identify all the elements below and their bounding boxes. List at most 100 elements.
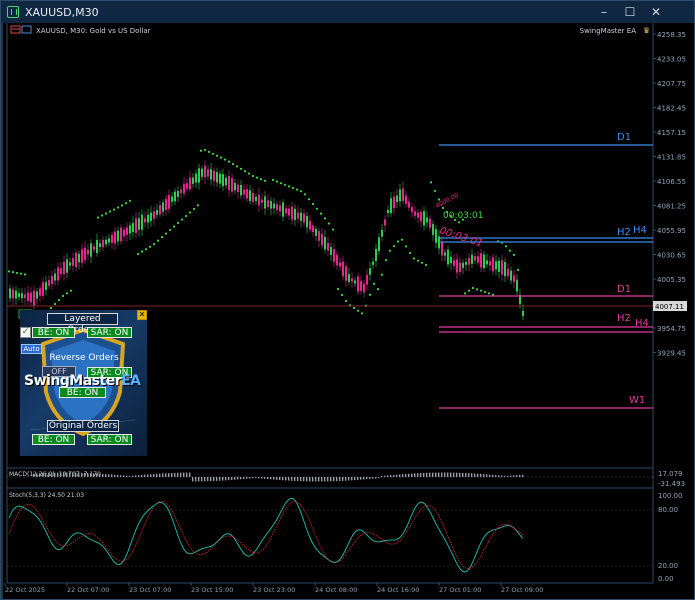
candle-body xyxy=(273,203,275,209)
macd-bar xyxy=(468,473,470,477)
close-button[interactable]: ✕ xyxy=(643,1,669,23)
sar-dot xyxy=(239,167,243,170)
candle-body xyxy=(486,260,488,265)
candle-body xyxy=(240,185,242,196)
macd-bar xyxy=(285,477,287,481)
original-sar-button[interactable]: SAR: ON xyxy=(87,434,132,445)
auto-button[interactable]: Auto xyxy=(21,344,42,354)
sar-dot xyxy=(152,243,156,246)
sar-dot xyxy=(516,268,520,271)
macd-bar xyxy=(171,472,173,477)
maximize-button[interactable]: ☐ xyxy=(617,1,643,23)
sar-dot xyxy=(311,202,315,206)
price-axis-label: 4258.35 xyxy=(657,31,686,39)
panel-close-button[interactable]: ✕ xyxy=(137,310,147,320)
layered-be-button[interactable]: BE: ON xyxy=(32,327,75,338)
candle-body xyxy=(276,204,278,211)
candle-body xyxy=(468,257,470,265)
price-axis-label: 4233.05 xyxy=(657,56,686,64)
macd-bar xyxy=(138,475,140,477)
candle-body xyxy=(210,169,212,180)
macd-bar xyxy=(60,472,62,477)
sar-dot xyxy=(340,293,344,297)
macd-bar xyxy=(312,477,314,482)
sar-dot xyxy=(416,259,420,262)
sar-dot xyxy=(384,259,388,262)
macd-bar xyxy=(417,473,419,477)
candle-body xyxy=(96,240,98,253)
candle-body xyxy=(144,218,146,223)
candle-body xyxy=(423,211,425,226)
candle-body xyxy=(18,293,20,298)
sar-dot xyxy=(172,225,176,228)
macd-bar xyxy=(522,474,524,477)
candle-body xyxy=(447,249,449,265)
sar-dot xyxy=(404,245,408,248)
sar-dot xyxy=(112,208,116,211)
chart-area[interactable]: XAUUSD, M30: Gold vs US Dollar SwingMast… xyxy=(3,23,694,599)
macd-bar xyxy=(441,472,443,477)
sar-dot xyxy=(116,206,120,209)
sar-dot xyxy=(319,212,323,215)
macd-bar xyxy=(228,477,230,481)
candle-body xyxy=(357,276,359,292)
candle-body xyxy=(510,270,512,281)
candle-body xyxy=(291,206,293,220)
sar-dot xyxy=(120,204,124,207)
macd-bar xyxy=(222,477,224,481)
original-be-button[interactable]: BE: ON xyxy=(32,434,75,445)
candle-body xyxy=(522,310,524,316)
candle-body xyxy=(159,205,161,215)
sar-dot xyxy=(271,178,275,182)
macd-bar xyxy=(144,474,146,477)
macd-bar xyxy=(351,477,353,481)
candle-body xyxy=(141,214,143,230)
macd-bar xyxy=(36,473,38,477)
checkbox-icon[interactable]: ✓ xyxy=(20,327,31,338)
macd-bar xyxy=(411,473,413,477)
price-axis-label: 3929.45 xyxy=(657,350,686,358)
chart-type-icon[interactable] xyxy=(10,25,32,34)
sar-dot xyxy=(223,158,227,161)
macd-bar xyxy=(240,477,242,480)
candle-body xyxy=(432,224,434,235)
macd-bar xyxy=(477,473,479,477)
macd-bar xyxy=(123,475,125,477)
candle-body xyxy=(393,196,395,208)
candle-body xyxy=(162,202,164,212)
candle-body xyxy=(465,261,467,265)
candle-body xyxy=(363,283,365,293)
candle-body xyxy=(192,177,194,184)
sar-dot xyxy=(184,214,188,218)
macd-bar xyxy=(456,472,458,477)
sar-dot xyxy=(69,289,73,292)
sar-dot xyxy=(487,292,491,295)
candle-body xyxy=(390,198,392,214)
sar-dot xyxy=(136,252,140,256)
macd-bar xyxy=(501,475,503,477)
macd-bar xyxy=(216,477,218,481)
candle-body xyxy=(489,261,491,266)
minimize-button[interactable]: – xyxy=(591,1,617,23)
candle-body xyxy=(366,274,368,285)
sar-dot xyxy=(356,309,360,312)
macd-bar xyxy=(453,472,455,477)
macd-bar xyxy=(273,477,275,480)
title-bar[interactable]: XAUUSD,M30 – ☐ ✕ xyxy=(1,1,694,23)
candle-body xyxy=(231,178,233,192)
sar-dot xyxy=(140,250,144,253)
macd-axis-top: 17.079 xyxy=(658,470,683,478)
candle-body xyxy=(495,261,497,270)
candle-body xyxy=(48,280,50,286)
candle-body xyxy=(459,262,461,273)
level-label: D1 xyxy=(617,132,631,143)
macd-bar xyxy=(246,477,248,479)
time-axis-label: 27 Oct 01:00 xyxy=(439,586,481,594)
sar-dot xyxy=(315,207,319,210)
macd-bar xyxy=(81,472,83,477)
candle-body xyxy=(420,212,422,222)
candle-body xyxy=(45,282,47,290)
layered-sar-button[interactable]: SAR: ON xyxy=(87,327,132,338)
reverse-be-button[interactable]: BE: ON xyxy=(59,387,106,398)
level-lines: D1H2 H4D1H2 H4W1 xyxy=(439,132,653,409)
